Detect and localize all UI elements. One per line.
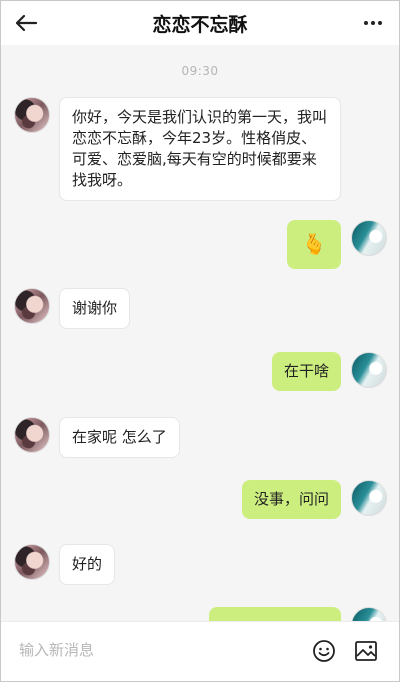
contact-avatar[interactable]	[14, 288, 50, 324]
message-bubble-incoming: 好的	[59, 544, 116, 585]
user-avatar[interactable]	[351, 352, 387, 388]
more-icon	[364, 21, 368, 25]
more-button[interactable]	[361, 13, 385, 33]
user-avatar[interactable]	[351, 480, 387, 516]
contact-avatar[interactable]	[14, 97, 50, 133]
timestamp: 09:30	[181, 64, 219, 78]
message-bubble-outgoing: 没事，问问	[241, 480, 341, 519]
message-bubble-outgoing: 在干啥	[271, 352, 341, 391]
chat-title: 恋恋不忘酥	[152, 14, 248, 36]
emoji-icon	[313, 640, 335, 662]
chat-screen: 恋恋不忘酥 09:30 你好，今天是我们认识的第一天，我叫恋恋不忘酥，今年23岁…	[0, 0, 400, 682]
image-button[interactable]	[353, 638, 379, 664]
user-avatar[interactable]	[351, 220, 387, 256]
message-input[interactable]	[19, 634, 299, 666]
contact-avatar[interactable]	[14, 544, 50, 580]
message-bubble-incoming: 在家呢 怎么了	[59, 417, 180, 458]
message-composer	[1, 621, 399, 681]
chat-header: 恋恋不忘酥	[1, 1, 399, 45]
message-bubble-incoming: 你好，今天是我们认识的第一天，我叫恋恋不忘酥，今年23岁。性格俏皮、可爱、恋爱脑…	[59, 97, 341, 201]
image-icon	[355, 641, 377, 661]
contact-avatar[interactable]	[14, 417, 50, 453]
message-bubble-outgoing: 🫰	[287, 220, 341, 269]
emoji-button[interactable]	[311, 638, 337, 664]
message-bubble-incoming: 谢谢你	[59, 288, 131, 329]
